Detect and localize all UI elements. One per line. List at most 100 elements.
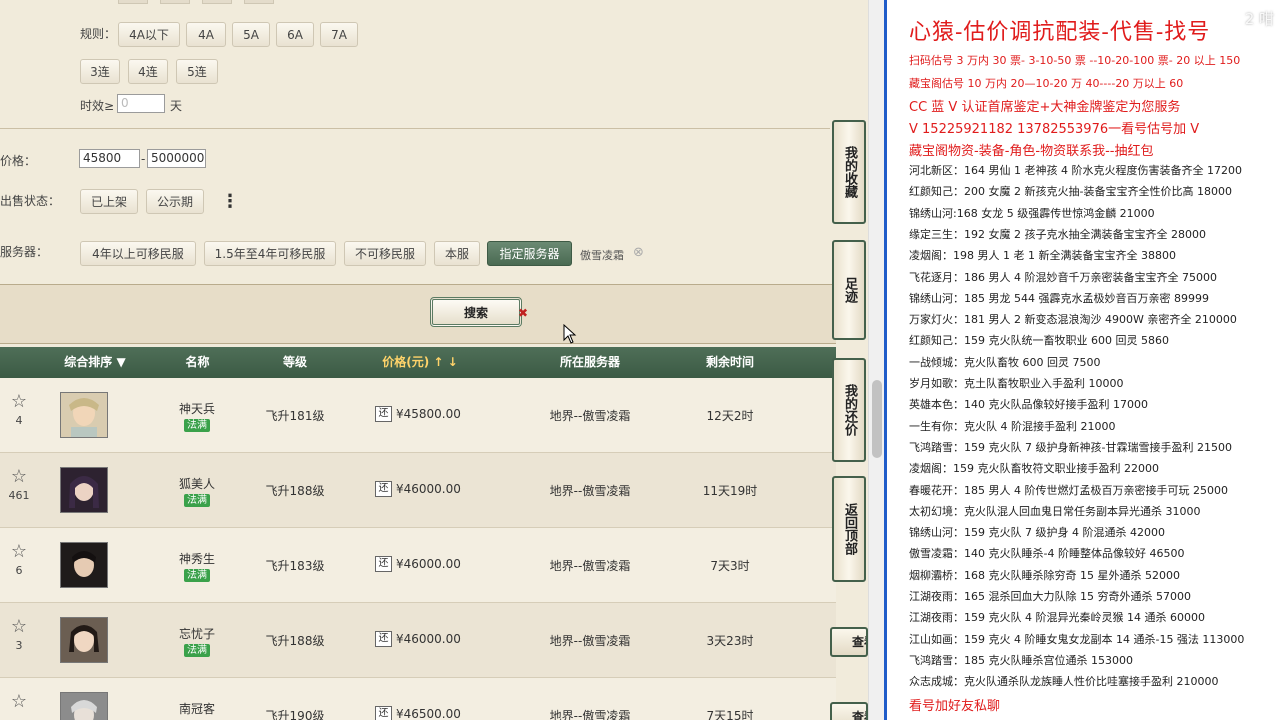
close-icon[interactable]: ✖ <box>518 306 528 320</box>
character-name-cell[interactable]: 神秀生 法满 <box>155 550 239 582</box>
star-icon[interactable]: ☆ <box>6 467 32 487</box>
document-line: 藏宝阁物资-装备-角色-物资联系我--抽红包 <box>909 144 1154 159</box>
favorite-count: 3 <box>15 639 23 652</box>
server-4y-migrate-button[interactable]: 4年以上可移民服 <box>80 241 196 266</box>
document-line: 藏宝阁估号 10 万内 20—10-20 万 40----20 万以上 60 <box>909 77 1184 90</box>
favorite-toggle[interactable]: ☆ 6 <box>6 542 32 580</box>
document-line: 锦绣山河:168 女龙 5 级强霹传世惊鸿金麟 21000 <box>909 207 1155 220</box>
view-button[interactable]: 查看 <box>830 702 868 720</box>
document-line: 江湖夜雨：165 混杀回血大力队除 15 穷奇外通杀 57000 <box>909 590 1191 603</box>
avatar[interactable] <box>60 542 108 588</box>
selected-server-name: 傲雪凌霜 <box>580 249 624 262</box>
server-cell: 地界--傲雪凌霜 <box>549 634 631 648</box>
server-no-migrate-button[interactable]: 不可移民服 <box>344 241 426 266</box>
table-row[interactable]: ☆ 4 神天兵 法满 飞升181级 还 ¥45800.00 地界--傲雪凌霜 1… <box>0 378 836 453</box>
footprint-button[interactable]: 足迹 <box>832 240 866 340</box>
more-options-icon[interactable]: ⋮ <box>221 191 239 212</box>
document-line: V 15225921182 13782553976一看号估号加 V <box>909 122 1200 137</box>
avatar[interactable] <box>60 392 108 438</box>
avatar[interactable] <box>60 617 108 663</box>
document-pane: 心猿-估价调抗配装-代售-找号 2 咁 扫码估号 3 万内 30 票- 3-10… <box>887 0 1280 720</box>
favorite-count: 4 <box>15 414 23 427</box>
rule-6a-button[interactable]: 6A <box>276 22 314 47</box>
top-option-stub[interactable] <box>244 0 274 4</box>
server-local-button[interactable]: 本服 <box>434 241 480 266</box>
bargain-icon[interactable]: 还 <box>375 406 392 422</box>
character-name[interactable]: 神天兵 <box>155 400 239 417</box>
mouse-cursor-icon <box>563 324 577 344</box>
character-name-cell[interactable]: 忘忧子 法满 <box>155 625 239 657</box>
scrollbar-thumb[interactable] <box>872 380 882 458</box>
level-cell: 飞升188级 <box>265 634 325 648</box>
status-badge: 法满 <box>184 494 210 507</box>
favorite-toggle[interactable]: ☆ 4 <box>6 392 32 430</box>
character-name[interactable]: 忘忧子 <box>155 625 239 642</box>
price-min-input[interactable]: 45800 <box>79 149 140 168</box>
clear-server-icon[interactable]: ⊗ <box>633 245 644 260</box>
rule-5a-button[interactable]: 5A <box>232 22 270 47</box>
back-to-top-button[interactable]: 返回顶部 <box>832 476 866 582</box>
status-listed-button[interactable]: 已上架 <box>80 189 138 214</box>
price-max-input[interactable]: 5000000 <box>147 149 206 168</box>
sort-overall-header[interactable]: 综合排序 ▼ <box>50 347 140 378</box>
server-cell: 地界--傲雪凌霜 <box>549 484 631 498</box>
price-cell: 还 ¥46000.00 <box>375 556 461 572</box>
vertical-scrollbar[interactable] <box>868 0 884 720</box>
document-line: 凌烟阁：198 男人 1 老 1 新全满装备宝宝齐全 38800 <box>909 249 1176 262</box>
table-row[interactable]: ☆ 3 忘忧子 法满 飞升188级 还 ¥46000.00 地界--傲雪凌霜 3… <box>0 603 836 678</box>
rule-4a-below-button[interactable]: 4A以下 <box>118 22 180 47</box>
price-sort-header[interactable]: 价格(元) ↑ ↓ <box>360 347 480 378</box>
favorite-toggle[interactable]: ☆ 3 <box>6 617 32 655</box>
combo-4-button[interactable]: 4连 <box>128 59 168 84</box>
table-row[interactable]: ☆ 6 神秀生 法满 飞升183级 还 ¥46000.00 地界--傲雪凌霜 7… <box>0 528 836 603</box>
time-cell: 11天19时 <box>702 484 758 498</box>
top-option-stub[interactable] <box>118 0 148 4</box>
time-cell: 3天23时 <box>706 634 754 648</box>
favorite-count: 6 <box>15 564 23 577</box>
server-1-5-4y-migrate-button[interactable]: 1.5年至4年可移民服 <box>204 241 336 266</box>
rule-4a-button[interactable]: 4A <box>186 22 226 47</box>
watermark: 2 咁 <box>1244 10 1274 28</box>
table-row[interactable]: ☆ 461 狐美人 法满 飞升188级 还 ¥46000.00 地界--傲雪凌霜… <box>0 453 836 528</box>
table-row[interactable]: ☆ 南冠客 飞升190级 还 ¥46500.00 地界--傲雪凌霜 7天15时 <box>0 678 836 720</box>
bargain-icon[interactable]: 还 <box>375 481 392 497</box>
view-button[interactable]: 查看 <box>830 627 868 657</box>
trade-panel: 规则： 4A以下 4A 5A 6A 7A 3连 4连 5连 时效≥ 0 天 价格… <box>0 0 868 720</box>
document-line: 众志成城：克火队通杀队龙族睡人性价比哇塞接手盈利 210000 <box>909 675 1219 688</box>
search-button[interactable]: 搜索 <box>430 297 522 327</box>
bargain-icon[interactable]: 还 <box>375 631 392 647</box>
favorite-toggle[interactable]: ☆ 461 <box>6 467 32 505</box>
top-option-stub[interactable] <box>202 0 232 4</box>
character-name-cell[interactable]: 狐美人 法满 <box>155 475 239 507</box>
server-cell: 地界--傲雪凌霜 <box>549 559 631 573</box>
server-header: 所在服务器 <box>559 355 620 369</box>
favorite-toggle[interactable]: ☆ <box>6 692 32 712</box>
star-icon[interactable]: ☆ <box>6 392 32 412</box>
level-header: 等级 <box>282 355 307 369</box>
level-cell: 飞升181级 <box>265 409 325 423</box>
document-line: 缘定三生：192 女魔 2 孩子克水抽全满装备宝宝齐全 28000 <box>909 228 1206 241</box>
my-offer-button[interactable]: 我的还价 <box>832 358 866 462</box>
duration-input[interactable]: 0 <box>117 94 165 113</box>
star-icon[interactable]: ☆ <box>6 542 32 562</box>
my-favorites-button[interactable]: 我的收藏 <box>832 120 866 224</box>
bargain-icon[interactable]: 还 <box>375 706 392 720</box>
top-option-stub[interactable] <box>160 0 190 4</box>
bargain-icon[interactable]: 还 <box>375 556 392 572</box>
rule-7a-button[interactable]: 7A <box>320 22 358 47</box>
document-line: 锦绣山河：185 男龙 544 强霹克水孟极妙音百万亲密 89999 <box>909 292 1209 305</box>
combo-5-button[interactable]: 5连 <box>176 59 218 84</box>
character-name[interactable]: 南冠客 <box>155 700 239 717</box>
avatar[interactable] <box>60 467 108 513</box>
star-icon[interactable]: ☆ <box>6 692 32 712</box>
character-name[interactable]: 神秀生 <box>155 550 239 567</box>
character-name[interactable]: 狐美人 <box>155 475 239 492</box>
star-icon[interactable]: ☆ <box>6 617 32 637</box>
avatar[interactable] <box>60 692 108 720</box>
status-public-button[interactable]: 公示期 <box>146 189 204 214</box>
combo-3-button[interactable]: 3连 <box>80 59 120 84</box>
character-name-cell[interactable]: 南冠客 <box>155 700 239 717</box>
character-name-cell[interactable]: 神天兵 法满 <box>155 400 239 432</box>
level-cell: 飞升188级 <box>265 484 325 498</box>
server-specified-button[interactable]: 指定服务器 <box>487 241 572 266</box>
